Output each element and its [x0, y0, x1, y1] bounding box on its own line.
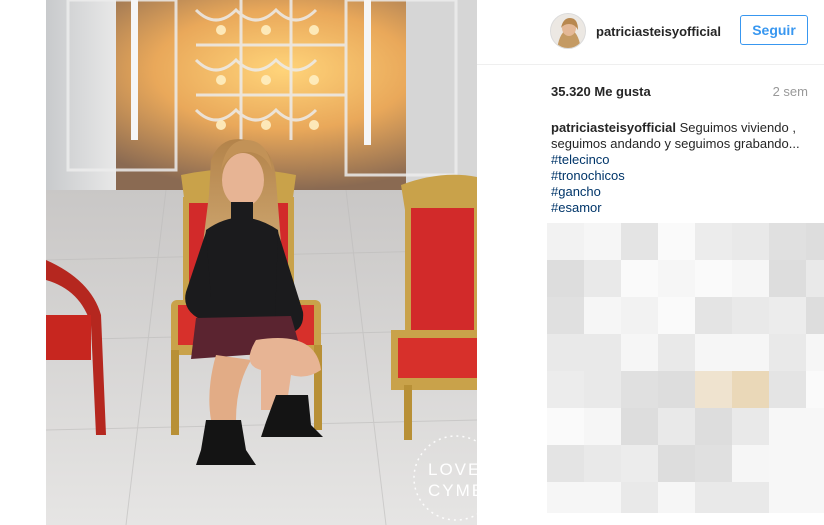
mosaic-cell: [584, 371, 621, 408]
mosaic-cell: [658, 334, 695, 371]
pixelated-comments-area: [547, 223, 824, 513]
mosaic-cell: [732, 297, 769, 334]
post-photo[interactable]: LOVE CYMERA: [46, 0, 477, 525]
post-sidebar: patriciasteisyofficial Seguir 35.320 Me …: [477, 0, 824, 525]
mosaic-cell: [584, 408, 621, 445]
mosaic-cell: [547, 334, 584, 371]
watermark-line2: CYMERA: [428, 481, 477, 500]
mosaic-cell: [769, 371, 806, 408]
mosaic-cell: [732, 260, 769, 297]
mosaic-cell: [806, 297, 824, 334]
mosaic-cell: [547, 260, 584, 297]
post-caption: patriciasteisyofficial Seguimos viviendo…: [551, 120, 813, 216]
mosaic-cell: [658, 371, 695, 408]
mosaic-cell: [584, 297, 621, 334]
mosaic-cell: [547, 445, 584, 482]
mosaic-cell: [806, 334, 824, 371]
mosaic-cell: [806, 408, 824, 445]
hashtag-link[interactable]: #telecinco: [551, 152, 813, 168]
post-username[interactable]: patriciasteisyofficial: [596, 24, 721, 39]
mosaic-cell: [806, 260, 824, 297]
mosaic-cell: [621, 260, 658, 297]
likes-count[interactable]: 35.320 Me gusta: [551, 84, 651, 99]
mosaic-cell: [732, 371, 769, 408]
mosaic-cell: [695, 445, 732, 482]
avatar-image: [551, 14, 585, 48]
mosaic-cell: [806, 482, 824, 513]
mosaic-cell: [732, 408, 769, 445]
mosaic-cell: [658, 445, 695, 482]
follow-button[interactable]: Seguir: [740, 15, 808, 45]
mosaic-cell: [584, 445, 621, 482]
post-header: patriciasteisyofficial Seguir: [477, 0, 824, 65]
mosaic-cell: [621, 223, 658, 260]
mosaic-cell: [732, 334, 769, 371]
mosaic-cell: [547, 371, 584, 408]
mosaic-cell: [695, 260, 732, 297]
mosaic-cell: [732, 223, 769, 260]
mosaic-cell: [584, 223, 621, 260]
mosaic-cell: [584, 482, 621, 513]
mosaic-cell: [621, 482, 658, 513]
hashtag-link[interactable]: #tronochicos: [551, 168, 813, 184]
mosaic-cell: [732, 445, 769, 482]
hashtag-link[interactable]: #esamor: [551, 200, 813, 216]
mosaic-cell: [658, 408, 695, 445]
mosaic-cell: [769, 297, 806, 334]
mosaic-cell: [769, 408, 806, 445]
mosaic-cell: [658, 482, 695, 513]
avatar[interactable]: [550, 13, 586, 49]
mosaic-cell: [695, 297, 732, 334]
mosaic-cell: [695, 408, 732, 445]
mosaic-cell: [658, 223, 695, 260]
mosaic-cell: [547, 482, 584, 513]
mosaic-cell: [658, 260, 695, 297]
mosaic-cell: [769, 445, 806, 482]
mosaic-cell: [695, 482, 732, 513]
mosaic-cell: [806, 223, 824, 260]
mosaic-cell: [769, 260, 806, 297]
mosaic-cell: [695, 223, 732, 260]
mosaic-cell: [547, 223, 584, 260]
caption-username[interactable]: patriciasteisyofficial: [551, 120, 676, 135]
post-time-ago[interactable]: 2 sem: [773, 84, 808, 99]
mosaic-cell: [584, 334, 621, 371]
mosaic-cell: [806, 445, 824, 482]
mosaic-cell: [769, 482, 806, 513]
mosaic-cell: [621, 408, 658, 445]
mosaic-cell: [732, 482, 769, 513]
post-photo-illustration: LOVE CYMERA: [46, 0, 477, 525]
mosaic-cell: [621, 445, 658, 482]
mosaic-cell: [695, 334, 732, 371]
watermark-line1: LOVE: [428, 460, 477, 479]
mosaic-cell: [658, 297, 695, 334]
mosaic-cell: [621, 334, 658, 371]
mosaic-cell: [584, 260, 621, 297]
mosaic-cell: [695, 371, 732, 408]
mosaic-cell: [806, 371, 824, 408]
mosaic-cell: [621, 371, 658, 408]
mosaic-cell: [621, 297, 658, 334]
mosaic-cell: [769, 223, 806, 260]
mosaic-cell: [547, 408, 584, 445]
mosaic-cell: [547, 297, 584, 334]
mosaic-cell: [769, 334, 806, 371]
hashtag-link[interactable]: #gancho: [551, 184, 813, 200]
